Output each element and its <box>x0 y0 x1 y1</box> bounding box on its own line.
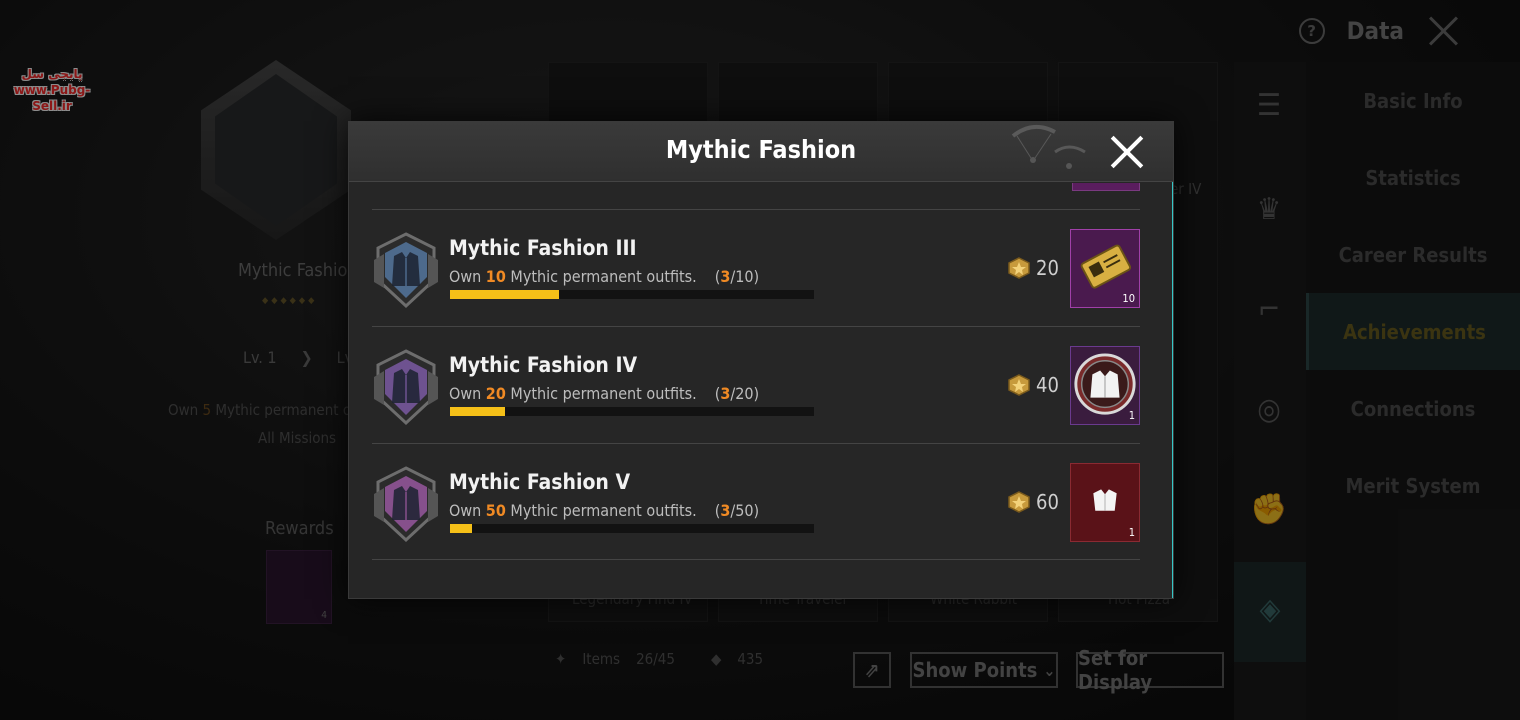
achievement-title: Mythic Fashion V <box>449 470 631 494</box>
progress-fill <box>450 407 505 416</box>
desc-pre: Own <box>449 384 486 403</box>
progress-total: /50) <box>730 501 760 520</box>
achievement-points: 40 <box>1008 373 1059 397</box>
progress-total: /10) <box>730 267 760 286</box>
achievement-description: Own 50 Mythic permanent outfits. (3/50) <box>449 501 759 520</box>
desc-target: 50 <box>485 501 506 520</box>
progress-bar <box>450 407 814 416</box>
reward-item[interactable]: 10 <box>1070 229 1140 308</box>
desc-target: 10 <box>485 267 506 286</box>
progress-fill <box>450 290 560 299</box>
progress-fill <box>450 524 472 533</box>
achievement-description: Own 20 Mythic permanent outfits. (3/20) <box>449 384 759 403</box>
shield-badge-icon <box>374 232 438 309</box>
achievement-row[interactable]: Mythic Fashion III Own 10 Mythic permane… <box>372 209 1140 326</box>
achievement-title: Mythic Fashion III <box>449 236 637 260</box>
desc-target: 20 <box>485 384 506 403</box>
achievement-row[interactable]: Mythic Fashion IV Own 20 Mythic permanen… <box>372 326 1140 443</box>
progress-current: 3 <box>720 501 731 520</box>
desc-post: Mythic permanent outfits. <box>505 267 697 286</box>
desc-post: Mythic permanent outfits. <box>505 384 697 403</box>
progress-total: /20) <box>730 384 760 403</box>
points-value: 40 <box>1036 373 1059 397</box>
reward-count: 1 <box>1128 526 1135 539</box>
achievement-list[interactable]: Mythic Fashion III Own 10 Mythic permane… <box>372 183 1140 598</box>
points-value: 20 <box>1036 256 1059 280</box>
desc-pre: Own <box>449 267 486 286</box>
achievement-title: Mythic Fashion IV <box>449 353 638 377</box>
progress-current: 3 <box>720 267 731 286</box>
reward-item[interactable]: 1 <box>1070 346 1140 425</box>
achievement-points: 60 <box>1008 490 1059 514</box>
desc-pre: Own <box>449 501 486 520</box>
progress-bar <box>450 290 814 299</box>
progress-current: 3 <box>720 384 731 403</box>
desc-post: Mythic permanent outfits. <box>505 501 697 520</box>
close-icon[interactable] <box>1109 134 1145 170</box>
reward-count: 10 <box>1122 292 1135 305</box>
previous-reward-peek <box>1072 183 1140 191</box>
achievement-description: Own 10 Mythic permanent outfits. (3/10) <box>449 267 759 286</box>
progress-bar <box>450 524 814 533</box>
modal-title: Mythic Fashion <box>665 135 857 164</box>
points-coin-icon <box>1008 257 1030 279</box>
achievement-points: 20 <box>1008 256 1059 280</box>
modal-edge-accent <box>1172 122 1173 598</box>
modal-header: Mythic Fashion <box>349 122 1173 182</box>
points-coin-icon <box>1008 374 1030 396</box>
reward-item[interactable]: 1 <box>1070 463 1140 542</box>
reward-count: 1 <box>1128 409 1135 422</box>
achievement-row[interactable]: Mythic Fashion V Own 50 Mythic permanent… <box>372 443 1140 560</box>
shield-badge-icon <box>374 466 438 543</box>
points-value: 60 <box>1036 490 1059 514</box>
mythic-fashion-modal: Mythic Fashion Mythic Fashion III Own 10… <box>348 121 1174 599</box>
points-coin-icon <box>1008 491 1030 513</box>
shield-badge-icon <box>374 349 438 426</box>
